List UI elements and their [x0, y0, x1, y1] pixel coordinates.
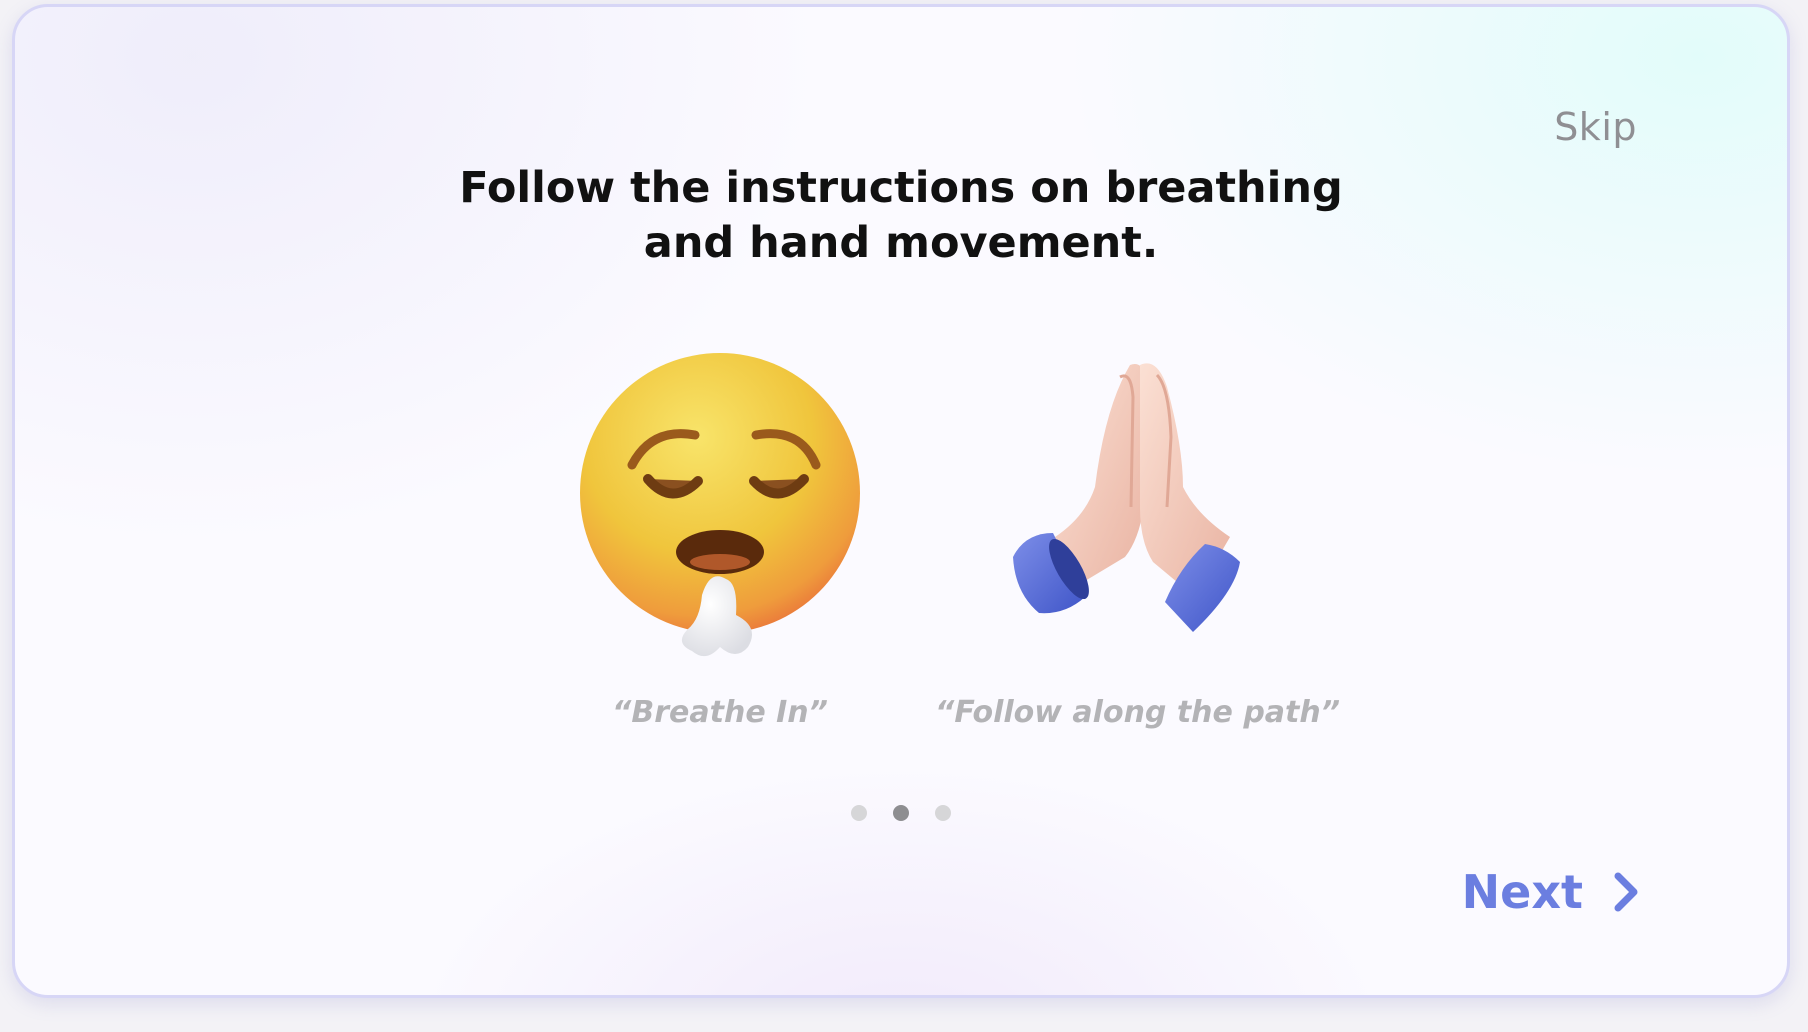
breathe-in-caption: “Breathe In” [612, 695, 828, 730]
follow-path-caption: “Follow along the path” [935, 695, 1341, 730]
next-label: Next [1461, 865, 1583, 919]
pagination-dot-1[interactable] [851, 805, 867, 821]
skip-button[interactable]: Skip [1554, 105, 1637, 149]
title-line-2: and hand movement. [643, 218, 1159, 268]
onboarding-card: Skip Follow the instructions on breathin… [12, 4, 1790, 998]
pagination-dots [15, 805, 1787, 821]
exhaling-face-icon [580, 353, 860, 657]
chevron-right-icon [1614, 872, 1638, 912]
title-line-1: Follow the instructions on breathing [459, 163, 1343, 213]
page-title: Follow the instructions on breathing and… [15, 161, 1787, 271]
folded-hands-icon [1013, 363, 1240, 632]
pagination-dot-3[interactable] [935, 805, 951, 821]
follow-path-item: “Follow along the path” [935, 347, 1340, 730]
breathe-in-item: “Breathe In” [560, 347, 880, 730]
next-button[interactable]: Next [1462, 865, 1639, 919]
pagination-dot-2[interactable] [893, 805, 909, 821]
